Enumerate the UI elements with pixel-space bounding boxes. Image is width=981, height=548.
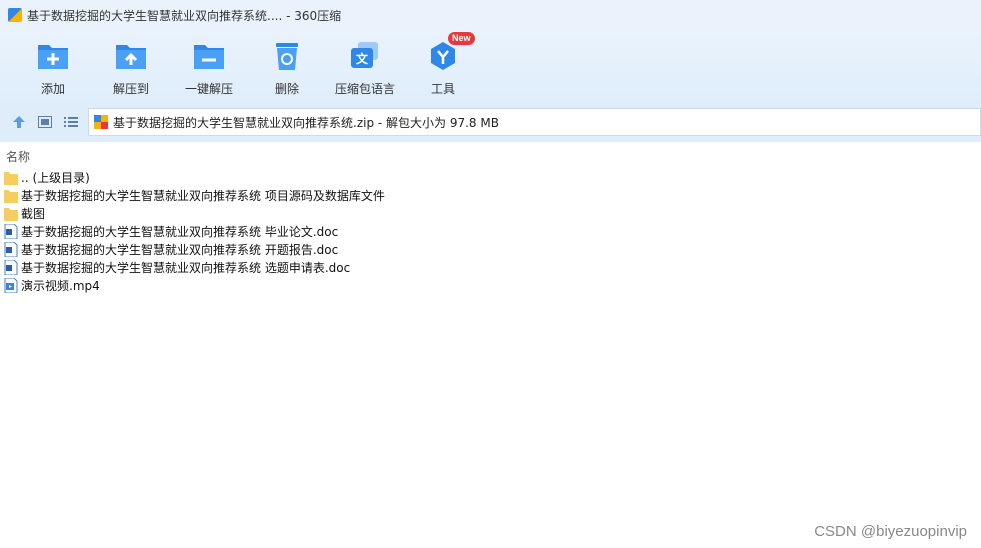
add-button-label: 添加 <box>40 82 65 96</box>
new-badge: New <box>448 32 475 45</box>
zip-archive-icon <box>94 115 108 129</box>
one-click-extract-button[interactable]: 一键解压 <box>170 30 248 102</box>
list-item[interactable]: 基于数据挖掘的大学生智慧就业双向推荐系统 毕业论文.doc <box>0 222 981 240</box>
file-name: .. (上级目录) <box>21 170 90 185</box>
file-list: .. (上级目录) 基于数据挖掘的大学生智慧就业双向推荐系统 项目源码及数据库文… <box>0 168 981 294</box>
archive-path: 基于数据挖掘的大学生智慧就业双向推荐系统.zip - 解包大小为 97.8 MB <box>113 115 499 130</box>
add-button[interactable]: 添加 <box>14 30 92 102</box>
arrow-up-icon <box>13 116 25 128</box>
file-name: 基于数据挖掘的大学生智慧就业双向推荐系统 开题报告.doc <box>21 242 339 257</box>
thumbnail-view-icon <box>38 116 52 128</box>
app-logo-icon <box>8 8 22 22</box>
extract-to-icon <box>113 38 149 74</box>
nav-buttons <box>6 109 84 135</box>
file-name: 截图 <box>21 206 46 221</box>
extract-to-label: 解压到 <box>112 82 149 96</box>
svg-text:文: 文 <box>356 51 369 66</box>
window-title: 基于数据挖掘的大学生智慧就业双向推荐系统.... - 360压缩 <box>27 8 342 23</box>
file-name: 基于数据挖掘的大学生智慧就业双向推荐系统 选题申请表.doc <box>21 260 351 275</box>
extract-to-button[interactable]: 解压到 <box>92 30 170 102</box>
list-item[interactable]: 基于数据挖掘的大学生智慧就业双向推荐系统 选题申请表.doc <box>0 258 981 276</box>
list-item[interactable]: 基于数据挖掘的大学生智慧就业双向推荐系统 项目源码及数据库文件 <box>0 186 981 204</box>
trash-icon <box>269 38 305 74</box>
one-click-extract-icon <box>191 38 227 74</box>
column-header-name[interactable]: 名称 <box>0 146 981 166</box>
list-item[interactable]: 截图 <box>0 204 981 222</box>
title-bar: 基于数据挖掘的大学生智慧就业双向推荐系统.... - 360压缩 <box>0 0 981 30</box>
toolbar: 添加 解压到 一键解压 删除 文 压缩包语言 New 工具 <box>0 30 981 102</box>
file-name: 演示视频.mp4 <box>21 278 100 293</box>
tools-label: 工具 <box>430 82 455 96</box>
list-item[interactable]: 演示视频.mp4 <box>0 276 981 294</box>
address-field[interactable]: 基于数据挖掘的大学生智慧就业双向推荐系统.zip - 解包大小为 97.8 MB <box>88 108 981 136</box>
video-file-icon <box>4 277 18 293</box>
folder-icon <box>4 171 18 185</box>
thumbnail-view-button[interactable] <box>32 109 58 135</box>
address-bar: 基于数据挖掘的大学生智慧就业双向推荐系统.zip - 解包大小为 97.8 MB <box>0 102 981 142</box>
archive-language-icon: 文 <box>347 38 383 74</box>
up-level-button[interactable] <box>6 109 32 135</box>
column-name-label: 名称 <box>6 149 31 164</box>
doc-file-icon <box>4 223 18 239</box>
archive-language-label: 压缩包语言 <box>334 82 395 96</box>
doc-file-icon <box>4 241 18 257</box>
list-item[interactable]: .. (上级目录) <box>0 168 981 186</box>
list-view-button[interactable] <box>58 109 84 135</box>
doc-file-icon <box>4 259 18 275</box>
folder-icon <box>4 207 18 221</box>
file-name: 基于数据挖掘的大学生智慧就业双向推荐系统 毕业论文.doc <box>21 224 339 239</box>
archive-language-button[interactable]: 文 压缩包语言 <box>326 30 404 102</box>
list-view-icon <box>64 117 78 127</box>
list-item[interactable]: 基于数据挖掘的大学生智慧就业双向推荐系统 开题报告.doc <box>0 240 981 258</box>
file-name: 基于数据挖掘的大学生智慧就业双向推荐系统 项目源码及数据库文件 <box>21 188 385 203</box>
watermark: CSDN @biyezuopinvip <box>814 523 967 540</box>
folder-icon <box>4 189 18 203</box>
delete-button[interactable]: 删除 <box>248 30 326 102</box>
tools-button[interactable]: New 工具 <box>404 30 482 102</box>
one-click-extract-label: 一键解压 <box>184 82 233 96</box>
delete-label: 删除 <box>274 82 299 96</box>
add-folder-icon <box>35 38 71 74</box>
